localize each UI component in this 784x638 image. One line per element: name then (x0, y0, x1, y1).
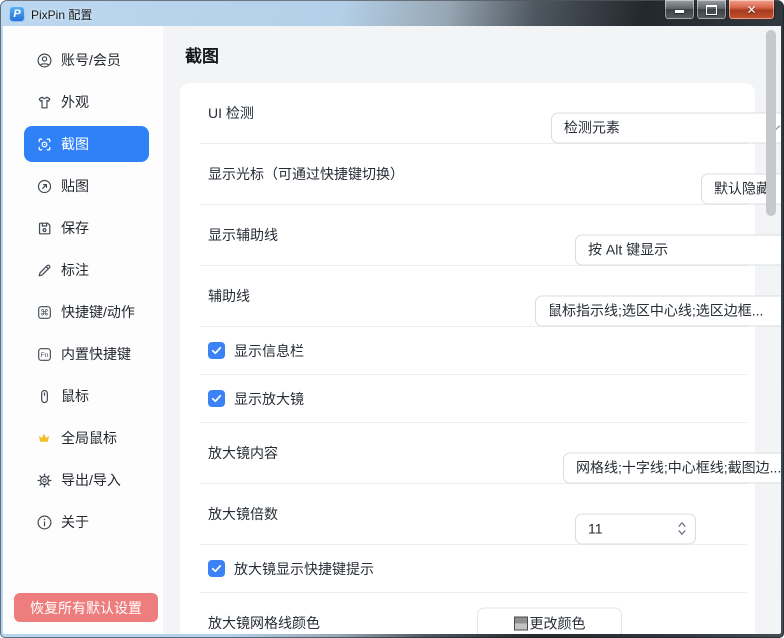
sidebar-item-hotkeys-actions[interactable]: ⌘ 快捷键/动作 (24, 294, 149, 330)
sidebar-item-about[interactable]: 关于 (24, 504, 149, 540)
ui-detect-select[interactable]: 检测元素 (550, 112, 781, 143)
select-value: 网格线;十字线;中心框线;截图边... (576, 459, 781, 476)
show-info-bar-checkbox[interactable] (208, 342, 225, 359)
sidebar-item-label: 标注 (61, 262, 89, 278)
sidebar-item-screenshot[interactable]: 截图 (24, 126, 149, 162)
sidebar-item-annotate[interactable]: 标注 (24, 252, 149, 288)
crown-icon (35, 429, 53, 447)
sidebar-item-label: 账号/会员 (61, 52, 121, 68)
setting-label: 放大镜倍数 (208, 506, 278, 522)
sidebar-item-label: 截图 (61, 136, 89, 152)
magnifier-content-select[interactable]: 网格线;十字线;中心框线;截图边... (563, 452, 781, 483)
setting-row-magnifier-hotkey-hint: 放大镜显示快捷键提示 (180, 545, 755, 592)
setting-row-show-guides: 显示辅助线 按 Alt 键显示 (180, 205, 781, 265)
setting-label: 显示光标（可通过快捷键切换） (208, 166, 404, 182)
select-value: 鼠标指示线;选区中心线;选区边框... (548, 302, 764, 319)
select-value: 检测元素 (563, 119, 620, 136)
sidebar-item-save[interactable]: 保存 (24, 210, 149, 246)
setting-label: UI 检测 (208, 105, 254, 121)
setting-row-show-magnifier: 显示放大镜 (180, 375, 755, 422)
setting-row-magnifier-content: 放大镜内容 网格线;十字线;中心框线;截图边... (180, 423, 781, 483)
magnifier-hotkey-hint-checkbox[interactable] (208, 560, 225, 577)
minimize-button[interactable] (664, 0, 695, 20)
number-value: 11 (588, 520, 603, 537)
pixpin-logo-icon: P (9, 6, 25, 22)
spinner-up-icon[interactable] (677, 521, 687, 528)
magnifier-factor-input[interactable]: 11 (575, 513, 696, 544)
sidebar-item-label: 鼠标 (61, 388, 89, 404)
sidebar-item-export-import[interactable]: 导出/导入 (24, 462, 149, 498)
sidebar-item-label: 外观 (61, 94, 89, 110)
setting-label: 放大镜内容 (208, 445, 278, 461)
setting-row-magnifier-grid-color: 放大镜网格线颜色 更改颜色 (180, 593, 755, 634)
save-icon (35, 219, 53, 237)
mouse-icon (35, 387, 53, 405)
user-icon (35, 51, 53, 69)
change-color-button[interactable]: 更改颜色 (477, 607, 622, 634)
sidebar-item-mouse[interactable]: 鼠标 (24, 378, 149, 414)
setting-row-show-cursor: 显示光标（可通过快捷键切换） 默认隐藏 (180, 144, 781, 204)
sidebar-item-account[interactable]: 账号/会员 (24, 42, 149, 78)
spinner-down-icon[interactable] (677, 529, 687, 536)
check-icon (211, 346, 222, 355)
sidebar-item-label: 关于 (61, 514, 89, 530)
window-controls: ✕ (663, 0, 775, 20)
setting-label: 放大镜网格线颜色 (208, 615, 320, 631)
setting-row-magnifier-factor: 放大镜倍数 11 (180, 484, 755, 544)
page-title: 截图 (185, 47, 219, 66)
scrollbar-thumb[interactable] (766, 30, 776, 216)
setting-label: 显示辅助线 (208, 227, 278, 243)
setting-row-show-info-bar: 显示信息栏 (180, 327, 755, 374)
select-value: 默认隐藏 (714, 180, 770, 197)
pin-image-icon (35, 177, 53, 195)
gear-icon (35, 471, 53, 489)
maximize-icon (706, 4, 717, 15)
setting-label[interactable]: 显示信息栏 (234, 341, 304, 361)
setting-row-guides: 辅助线 鼠标指示线;选区中心线;选区边框... (180, 266, 781, 326)
check-icon (211, 564, 222, 573)
settings-card: UI 检测 检测元素 显示光标（可通过快捷键切换） 默认隐藏 显示辅助线 按 A… (180, 83, 781, 634)
sidebar-item-label: 保存 (61, 220, 89, 236)
command-icon: ⌘ (35, 303, 53, 321)
sidebar-item-label: 全局鼠标 (61, 430, 117, 446)
color-swatch (513, 616, 528, 630)
main-panel: 截图 UI 检测 检测元素 显示光标（可通过快捷键切换） 默认隐藏 显示辅助线 … (163, 26, 781, 634)
show-guides-select[interactable]: 按 Alt 键显示 (575, 234, 781, 265)
minimize-icon (675, 9, 684, 13)
setting-row-ui-detect: UI 检测 检测元素 (180, 83, 781, 143)
info-icon (35, 513, 53, 531)
setting-label[interactable]: 放大镜显示快捷键提示 (234, 559, 374, 579)
number-spinner[interactable] (677, 521, 687, 536)
select-value: 按 Alt 键显示 (588, 241, 669, 258)
svg-text:⌘: ⌘ (40, 308, 49, 318)
sidebar-item-global-mouse[interactable]: 全局鼠标 (24, 420, 149, 456)
tshirt-icon (35, 93, 53, 111)
guides-select[interactable]: 鼠标指示线;选区中心线;选区边框... (535, 295, 781, 326)
sidebar-item-builtin-hotkeys[interactable]: Fn 内置快捷键 (24, 336, 149, 372)
sidebar-item-label: 内置快捷键 (61, 346, 131, 362)
window-title: PixPin 配置 (31, 7, 93, 22)
pencil-icon (35, 261, 53, 279)
pixpin-config-window: P PixPin 配置 ✕ 账号/会员 外观 截图 贴图 保存 标注 ⌘ 快捷键… (0, 0, 784, 638)
show-magnifier-checkbox[interactable] (208, 390, 225, 407)
check-icon (211, 394, 222, 403)
sidebar-item-label: 贴图 (61, 178, 89, 194)
close-button[interactable]: ✕ (728, 0, 775, 20)
sidebar-item-pin-image[interactable]: 贴图 (24, 168, 149, 204)
svg-text:Fn: Fn (40, 352, 48, 359)
sidebar-item-label: 快捷键/动作 (61, 304, 135, 320)
close-icon: ✕ (746, 2, 757, 17)
maximize-button[interactable] (696, 0, 727, 20)
setting-label[interactable]: 显示放大镜 (234, 389, 304, 409)
sidebar: 账号/会员 外观 截图 贴图 保存 标注 ⌘ 快捷键/动作 Fn 内置快捷键 鼠… (3, 26, 163, 634)
fn-icon: Fn (35, 345, 53, 363)
screenshot-icon (35, 135, 53, 153)
restore-defaults-button[interactable]: 恢复所有默认设置 (14, 593, 158, 622)
setting-label: 辅助线 (208, 288, 250, 304)
sidebar-item-label: 导出/导入 (61, 472, 121, 488)
sidebar-item-appearance[interactable]: 外观 (24, 84, 149, 120)
change-color-label: 更改颜色 (529, 615, 586, 631)
window-frame: P PixPin 配置 ✕ 账号/会员 外观 截图 贴图 保存 标注 ⌘ 快捷键… (0, 0, 784, 638)
